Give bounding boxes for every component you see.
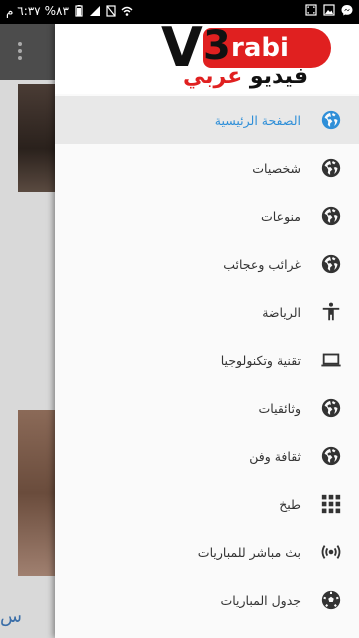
- menu-item-misc[interactable]: منوعات: [55, 192, 359, 240]
- drawer-header: V 3 rabi فيديو عربي: [55, 18, 359, 94]
- menu-item-label: منوعات: [261, 208, 301, 224]
- broadcast-icon: [319, 540, 343, 564]
- logo-arabic-text: فيديو عربي: [183, 62, 308, 92]
- menu-item-home[interactable]: الصفحة الرئيسية: [55, 96, 359, 144]
- gallery-icon: [323, 4, 335, 16]
- navigation-drawer: V 3 rabi فيديو عربي الصفحة الرئيسية شخصي…: [55, 18, 359, 638]
- no-sim-icon: [106, 5, 116, 17]
- menu-item-oddities[interactable]: غرائب وعجائب: [55, 240, 359, 288]
- menu-item-label: بث مباشر للمباريات: [197, 544, 301, 560]
- menu-item-label: تقنية وتكنولوجيا: [220, 352, 301, 368]
- overflow-menu-icon[interactable]: [18, 42, 24, 62]
- video-title-fragment[interactable]: س: [0, 606, 30, 630]
- menu-item-match-schedule[interactable]: جدول المباريات: [55, 576, 359, 624]
- menu-item-label: غرائب وعجائب: [223, 256, 301, 272]
- messenger-icon: [341, 5, 353, 16]
- screenshot-icon: [305, 4, 317, 16]
- menu-item-label: شخصيات: [252, 160, 301, 176]
- logo-arabic-black: فيديو: [249, 64, 309, 89]
- wifi-icon: [121, 6, 133, 16]
- status-time: ٦:٣٧ م: [6, 4, 41, 18]
- accessibility-icon: [319, 300, 343, 324]
- globe-icon: [319, 444, 343, 468]
- globe-icon: [319, 156, 343, 180]
- menu-item-documentaries[interactable]: وثائقيات: [55, 384, 359, 432]
- status-right: [305, 4, 353, 16]
- logo-arabic-red: عربي: [183, 64, 243, 89]
- menu-item-label: الرياضة: [262, 304, 301, 320]
- battery-icon: [75, 5, 83, 17]
- menu-item-technology[interactable]: تقنية وتكنولوجيا: [55, 336, 359, 384]
- menu-item-live-matches[interactable]: بث مباشر للمباريات: [55, 528, 359, 576]
- apps-grid-icon: [319, 492, 343, 516]
- logo-rabi: rabi: [231, 33, 289, 63]
- menu-item-culture-art[interactable]: ثقافة وفن: [55, 432, 359, 480]
- menu-item-label: طبخ: [279, 496, 301, 512]
- menu-item-label: ثقافة وفن: [249, 448, 301, 464]
- menu-item-label: وثائقيات: [258, 400, 301, 416]
- menu-item-cooking[interactable]: طبخ: [55, 480, 359, 528]
- battery-percent: %٨٣: [44, 4, 69, 18]
- drawer-menu: الصفحة الرئيسية شخصيات منوعات غرائب وعجا…: [55, 96, 359, 624]
- app-logo: V 3 rabi فيديو عربي: [103, 18, 343, 94]
- laptop-icon: [319, 348, 343, 372]
- menu-item-label: الصفحة الرئيسية: [214, 112, 301, 128]
- globe-icon: [319, 396, 343, 420]
- signal-icon: [89, 6, 100, 16]
- status-left: ٦:٣٧ م %٨٣: [6, 4, 133, 18]
- globe-icon: [319, 108, 343, 132]
- menu-item-sports[interactable]: الرياضة: [55, 288, 359, 336]
- menu-item-label: جدول المباريات: [220, 592, 301, 608]
- globe-icon: [319, 204, 343, 228]
- menu-item-personalities[interactable]: شخصيات: [55, 144, 359, 192]
- globe-icon: [319, 252, 343, 276]
- soccer-ball-icon: [319, 588, 343, 612]
